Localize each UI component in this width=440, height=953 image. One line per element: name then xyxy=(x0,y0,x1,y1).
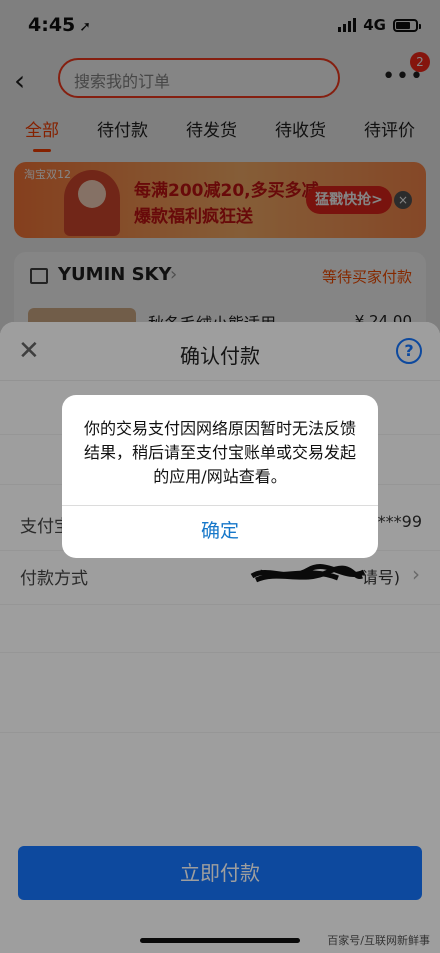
confirm-button[interactable]: 确定 xyxy=(62,506,378,558)
network-error-alert: 你的交易支付因网络原因暂时无法反馈结果，稍后请至支付宝账单或交易发起的应用/网站… xyxy=(62,395,378,558)
alert-message: 你的交易支付因网络原因暂时无法反馈结果，稍后请至支付宝账单或交易发起的应用/网站… xyxy=(83,419,356,486)
